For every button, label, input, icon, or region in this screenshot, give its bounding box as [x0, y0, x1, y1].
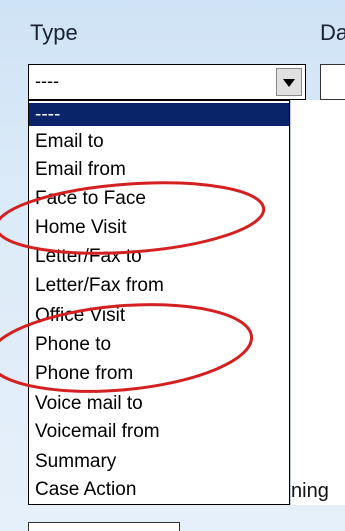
dropdown-option[interactable]: Email from — [29, 158, 289, 181]
type-dropdown-list[interactable]: ---- Email to Email from Face to Face Ho… — [28, 100, 290, 505]
dropdown-option[interactable]: Summary — [29, 450, 289, 473]
type-label: Type — [30, 20, 78, 45]
date-input[interactable] — [320, 64, 345, 100]
date-label: Da — [320, 20, 345, 45]
dropdown-option[interactable]: Letter/Fax to — [29, 245, 289, 268]
type-select-value: ---- — [35, 71, 59, 91]
page-root: Type Da ---- ning ---- Email to Email fr… — [0, 0, 345, 531]
dropdown-option[interactable]: Office Visit — [29, 304, 289, 327]
dropdown-option[interactable]: Case Action — [29, 478, 289, 501]
dropdown-option[interactable]: Face to Face — [29, 187, 289, 210]
dropdown-option[interactable]: Voicemail from — [29, 420, 289, 443]
dropdown-option[interactable]: Phone from — [29, 362, 289, 385]
content-panel: ning — [290, 100, 345, 505]
dropdown-option[interactable]: Home Visit — [29, 216, 289, 239]
dropdown-option[interactable]: Voice mail to — [29, 392, 289, 415]
bottom-button[interactable] — [28, 522, 180, 531]
type-select[interactable]: ---- — [28, 64, 306, 100]
dropdown-option[interactable]: Email to — [29, 130, 289, 153]
dropdown-option[interactable]: ---- — [29, 103, 289, 126]
chevron-down-icon[interactable] — [276, 68, 302, 96]
dropdown-option[interactable]: Phone to — [29, 333, 289, 356]
panel-text-partial: ning — [291, 480, 329, 502]
dropdown-option[interactable]: Letter/Fax from — [29, 274, 289, 297]
